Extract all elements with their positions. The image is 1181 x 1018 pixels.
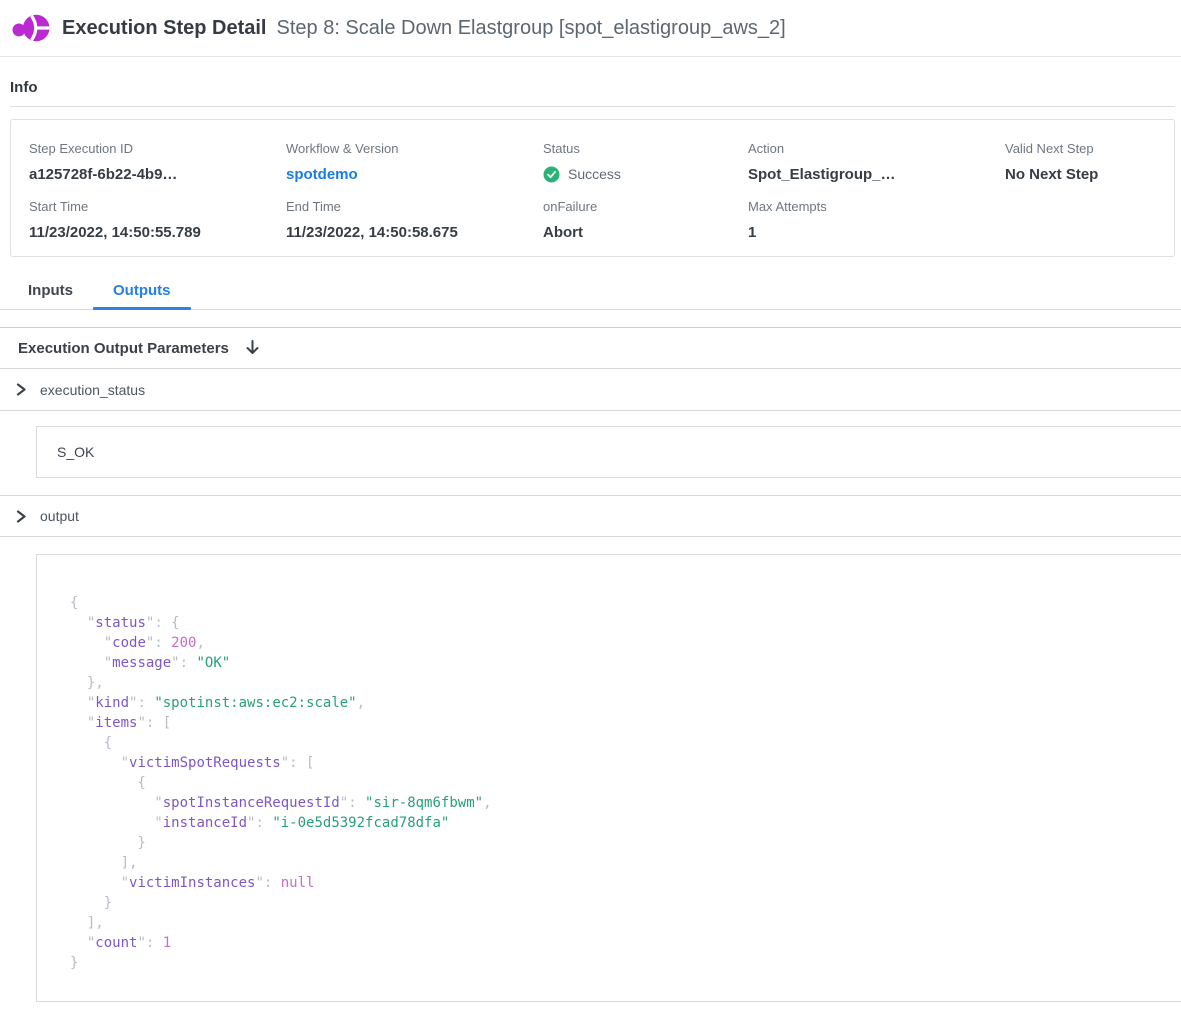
field-label: Start Time xyxy=(29,199,286,214)
field-onfailure: onFailure Abort xyxy=(543,199,748,241)
status-text: Success xyxy=(568,166,621,183)
info-section-title: Info xyxy=(10,79,1175,96)
status-badge: Success xyxy=(543,166,748,183)
field-value: Spot_Elastigroup_… xyxy=(748,166,1005,183)
execution-status-value: S_OK xyxy=(57,444,94,460)
field-step-execution-id: Step Execution ID a125728f-6b22-4b9… xyxy=(29,141,286,183)
field-label: Step Execution ID xyxy=(29,141,286,156)
field-label: Workflow & Version xyxy=(286,141,543,156)
app-header: Execution Step Detail Step 8: Scale Down… xyxy=(0,0,1181,57)
param-row-execution-status[interactable]: execution_status xyxy=(0,369,1181,411)
output-params-header: Execution Output Parameters xyxy=(0,327,1181,369)
field-value: 1 xyxy=(748,224,1005,241)
output-params-title: Execution Output Parameters xyxy=(18,340,229,357)
param-name: output xyxy=(40,508,79,524)
info-card: Step Execution ID a125728f-6b22-4b9… Wor… xyxy=(10,119,1175,257)
field-workflow-version: Workflow & Version spotdemo xyxy=(286,141,543,183)
field-label: Valid Next Step xyxy=(1005,141,1156,156)
info-divider xyxy=(10,106,1175,107)
json-code: { "status": { "code": 200, "message": "O… xyxy=(70,593,1181,973)
chevron-right-icon xyxy=(15,510,27,523)
field-value: a125728f-6b22-4b9… xyxy=(29,166,286,183)
page-subtitle: Step 8: Scale Down Elastgroup [spot_elas… xyxy=(277,17,786,40)
tab-inputs[interactable]: Inputs xyxy=(8,282,93,309)
field-label: Status xyxy=(543,141,748,156)
workflow-link[interactable]: spotdemo xyxy=(286,166,543,183)
field-value: No Next Step xyxy=(1005,166,1156,183)
field-valid-next-step: Valid Next Step No Next Step xyxy=(1005,141,1156,183)
field-label: Max Attempts xyxy=(748,199,1005,214)
download-arrow-icon[interactable] xyxy=(245,340,260,356)
output-json-box: { "status": { "code": 200, "message": "O… xyxy=(36,554,1181,1002)
page-title: Execution Step Detail xyxy=(62,17,267,40)
tabs-bar: Inputs Outputs xyxy=(0,282,1181,310)
field-status: Status Success xyxy=(543,141,748,183)
success-check-icon xyxy=(543,166,560,183)
tab-outputs[interactable]: Outputs xyxy=(93,282,191,309)
field-label: Action xyxy=(748,141,1005,156)
field-value: 11/23/2022, 14:50:55.789 xyxy=(29,224,286,241)
field-label: End Time xyxy=(286,199,543,214)
spot-logo-icon xyxy=(12,9,50,47)
param-row-output[interactable]: output xyxy=(0,495,1181,537)
chevron-right-icon xyxy=(15,383,27,396)
execution-status-value-box: S_OK xyxy=(36,426,1181,478)
field-action: Action Spot_Elastigroup_… xyxy=(748,141,1005,183)
field-end-time: End Time 11/23/2022, 14:50:58.675 xyxy=(286,199,543,241)
field-max-attempts: Max Attempts 1 xyxy=(748,199,1005,241)
field-start-time: Start Time 11/23/2022, 14:50:55.789 xyxy=(29,199,286,241)
param-name: execution_status xyxy=(40,382,145,398)
field-value: Abort xyxy=(543,224,748,241)
field-label: onFailure xyxy=(543,199,748,214)
outputs-panel: Execution Output Parameters execution_st… xyxy=(0,327,1181,1002)
field-value: 11/23/2022, 14:50:58.675 xyxy=(286,224,543,241)
